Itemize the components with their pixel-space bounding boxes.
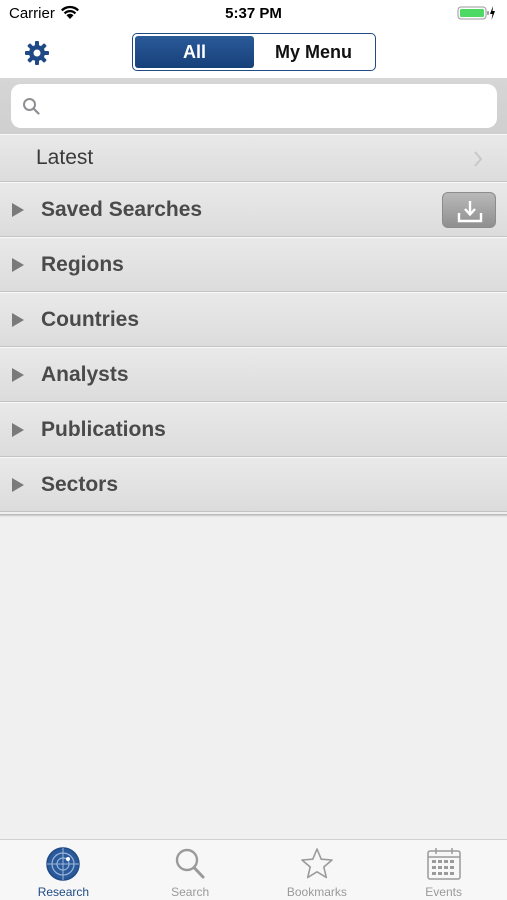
disclosure-triangle-icon (12, 367, 24, 382)
search-bar (0, 78, 507, 134)
tab-label: Search (171, 885, 210, 899)
search-field-container (11, 84, 497, 128)
disclosure-triangle-icon (12, 477, 24, 492)
tab-label: Bookmarks (286, 885, 347, 899)
search-input[interactable] (47, 84, 487, 128)
menu-item-label: Publications (41, 417, 166, 441)
status-bar: Carrier 5:37 PM (0, 0, 507, 28)
menu-item-publications[interactable]: Publications (0, 402, 507, 457)
search-icon (175, 848, 205, 879)
menu-item-latest[interactable]: Latest (0, 134, 507, 182)
segment-all[interactable]: All (135, 36, 254, 68)
download-button[interactable] (442, 192, 496, 228)
menu-list: Latest Saved Searches Regions Countries … (0, 134, 507, 512)
menu-item-label: Saved Searches (41, 197, 203, 221)
nav-bar: All My Menu (0, 28, 507, 78)
clock: 5:37 PM (225, 5, 282, 22)
tab-bar: Research Search Bookmarks Events (0, 839, 507, 900)
calendar-icon (426, 848, 461, 880)
star-icon (301, 848, 333, 879)
menu-item-saved-searches[interactable]: Saved Searches (0, 182, 507, 237)
menu-item-sectors[interactable]: Sectors (0, 457, 507, 512)
menu-item-analysts[interactable]: Analysts (0, 347, 507, 402)
segment-my-menu[interactable]: My Menu (254, 36, 373, 68)
gear-icon[interactable] (24, 40, 50, 66)
disclosure-triangle-icon (12, 312, 24, 327)
list-divider (0, 514, 507, 517)
tab-search[interactable]: Search (127, 840, 254, 900)
tab-research[interactable]: Research (0, 840, 127, 900)
search-icon (23, 98, 40, 115)
disclosure-triangle-icon (12, 422, 24, 437)
tab-label: Events (425, 885, 462, 899)
tab-events[interactable]: Events (380, 840, 507, 900)
menu-item-regions[interactable]: Regions (0, 237, 507, 292)
menu-item-label: Countries (41, 307, 140, 331)
menu-item-countries[interactable]: Countries (0, 292, 507, 347)
menu-item-label: Analysts (41, 362, 129, 386)
menu-item-label: Latest (36, 146, 94, 169)
battery-icon (457, 6, 495, 20)
disclosure-triangle-icon (12, 202, 24, 217)
tab-bookmarks[interactable]: Bookmarks (254, 840, 381, 900)
download-tray-icon (457, 201, 483, 223)
radar-icon (46, 847, 81, 881)
tab-label: Research (37, 885, 90, 899)
menu-item-label: Sectors (41, 472, 119, 496)
menu-item-label: Regions (41, 252, 124, 276)
disclosure-triangle-icon (12, 257, 24, 272)
chevron-right-icon (474, 151, 483, 167)
view-segmented-control: All My Menu (132, 33, 376, 71)
